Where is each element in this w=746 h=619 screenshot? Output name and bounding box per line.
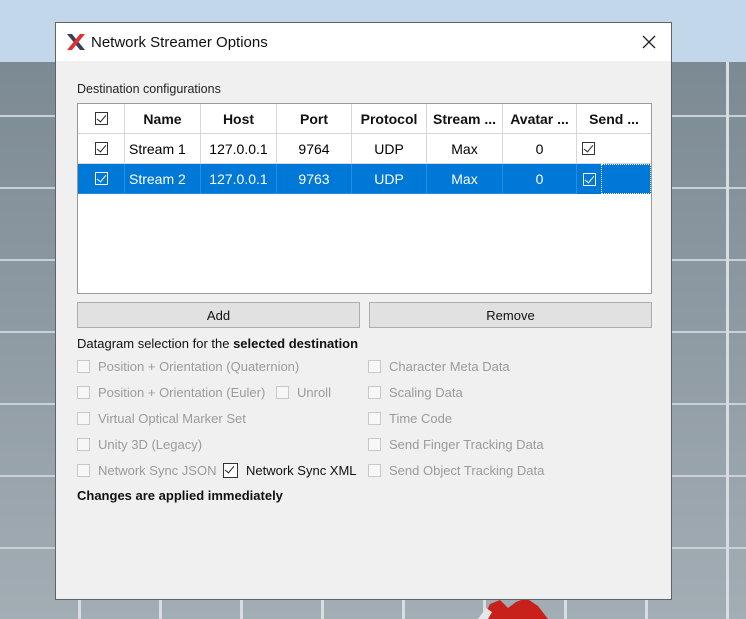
- checkbox[interactable]: [276, 386, 289, 399]
- window-title: Network Streamer Options: [91, 34, 268, 51]
- checkbox[interactable]: [368, 412, 381, 425]
- app-logo-icon: [67, 34, 85, 50]
- destination-configurations-label: Destination configurations: [77, 82, 221, 96]
- title-bar: Network Streamer Options: [56, 23, 671, 61]
- cell-send[interactable]: [577, 134, 651, 164]
- option-unity[interactable]: Unity 3D (Legacy): [77, 437, 202, 452]
- cell-protocol[interactable]: UDP: [352, 164, 427, 194]
- option-finger-tracking[interactable]: Send Finger Tracking Data: [368, 437, 544, 452]
- cell-name[interactable]: Stream 2: [125, 164, 201, 194]
- option-character-meta[interactable]: Character Meta Data: [368, 359, 510, 374]
- option-object-tracking[interactable]: Send Object Tracking Data: [368, 463, 544, 478]
- table-row[interactable]: Stream 1 127.0.0.1 9764 UDP Max 0: [78, 134, 651, 164]
- checkbox[interactable]: [77, 360, 90, 373]
- cell-avatar[interactable]: 0: [503, 134, 577, 164]
- row-enable-checkbox[interactable]: [94, 172, 108, 185]
- option-label: Send Finger Tracking Data: [389, 437, 544, 452]
- option-pos-quaternion[interactable]: Position + Orientation (Quaternion): [77, 359, 299, 374]
- changes-applied-note: Changes are applied immediately: [77, 488, 283, 503]
- column-header-protocol[interactable]: Protocol: [352, 104, 427, 134]
- cell-port[interactable]: 9763: [277, 164, 352, 194]
- close-button[interactable]: [627, 23, 671, 61]
- cell-send[interactable]: [577, 164, 651, 194]
- send-checkbox-wrap[interactable]: [577, 164, 601, 194]
- cell-protocol[interactable]: UDP: [352, 134, 427, 164]
- checkbox[interactable]: [368, 464, 381, 477]
- table-row-selected[interactable]: Stream 2 127.0.0.1 9763 UDP Max 0: [78, 164, 651, 194]
- checkbox[interactable]: [77, 412, 90, 425]
- table-header-row: Name Host Port Protocol Stream ... Avata…: [78, 104, 651, 134]
- send-checkbox[interactable]: [582, 142, 595, 155]
- option-label: Unity 3D (Legacy): [98, 437, 203, 452]
- row-enable-cell[interactable]: [78, 134, 125, 164]
- send-checkbox[interactable]: [582, 172, 596, 186]
- cell-host[interactable]: 127.0.0.1: [201, 164, 277, 194]
- remove-button[interactable]: Remove: [369, 302, 652, 328]
- close-icon: [642, 35, 656, 49]
- option-label: Position + Orientation (Euler): [98, 385, 266, 400]
- checkbox[interactable]: [368, 360, 381, 373]
- datagram-label-prefix: Datagram selection for the: [77, 336, 234, 351]
- option-label: Virtual Optical Marker Set: [98, 411, 246, 426]
- option-pos-euler[interactable]: Position + Orientation (Euler): [77, 385, 265, 400]
- column-header-send[interactable]: Send ...: [577, 104, 651, 134]
- checkbox[interactable]: [77, 464, 90, 477]
- column-header-host[interactable]: Host: [201, 104, 277, 134]
- row-enable-checkbox[interactable]: [94, 142, 108, 155]
- focus-rect: [601, 164, 651, 194]
- option-sync-json[interactable]: Network Sync JSON: [77, 463, 216, 478]
- cell-host[interactable]: 127.0.0.1: [201, 134, 277, 164]
- checkbox[interactable]: [77, 386, 90, 399]
- cell-name[interactable]: Stream 1: [125, 134, 201, 164]
- red-object: [478, 598, 548, 619]
- row-enable-cell[interactable]: [78, 164, 125, 194]
- cell-stream[interactable]: Max: [427, 164, 503, 194]
- column-header-name[interactable]: Name: [125, 104, 201, 134]
- network-streamer-options-dialog: Network Streamer Options Destination con…: [55, 22, 672, 600]
- option-label: Scaling Data: [389, 385, 463, 400]
- option-label: Network Sync JSON: [98, 463, 217, 478]
- option-unroll[interactable]: Unroll: [276, 385, 331, 400]
- add-button[interactable]: Add: [77, 302, 360, 328]
- checkbox[interactable]: [77, 438, 90, 451]
- column-header-stream[interactable]: Stream ...: [427, 104, 503, 134]
- cell-stream[interactable]: Max: [427, 134, 503, 164]
- cell-port[interactable]: 9764: [277, 134, 352, 164]
- column-header-avatar[interactable]: Avatar ...: [503, 104, 577, 134]
- option-scaling[interactable]: Scaling Data: [368, 385, 463, 400]
- option-virtual-marker[interactable]: Virtual Optical Marker Set: [77, 411, 246, 426]
- option-label: Send Object Tracking Data: [389, 463, 545, 478]
- select-all-checkbox[interactable]: [94, 112, 108, 125]
- column-header-port[interactable]: Port: [277, 104, 352, 134]
- option-label: Position + Orientation (Quaternion): [98, 359, 300, 374]
- option-label: Time Code: [389, 411, 453, 426]
- cell-avatar[interactable]: 0: [503, 164, 577, 194]
- select-all-cell[interactable]: [78, 104, 125, 134]
- datagram-label-bold: selected destination: [233, 336, 359, 351]
- option-label: Character Meta Data: [389, 359, 510, 374]
- option-sync-xml[interactable]: Network Sync XML: [223, 463, 357, 478]
- checkbox[interactable]: [368, 386, 381, 399]
- destinations-table[interactable]: Name Host Port Protocol Stream ... Avata…: [77, 103, 652, 294]
- option-label: Unroll: [297, 385, 331, 400]
- option-label: Network Sync XML: [246, 463, 357, 478]
- checkbox[interactable]: [368, 438, 381, 451]
- checkbox[interactable]: [223, 463, 238, 478]
- datagram-selection-label: Datagram selection for the selected dest…: [77, 336, 358, 351]
- option-timecode[interactable]: Time Code: [368, 411, 452, 426]
